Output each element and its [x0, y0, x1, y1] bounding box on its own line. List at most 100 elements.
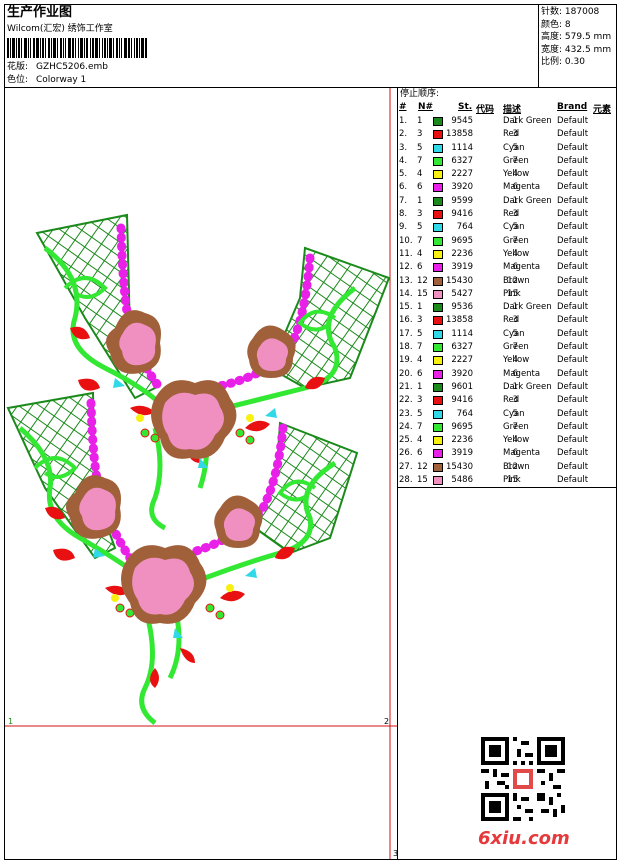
color-stop-desc: Dark Green — [503, 195, 552, 206]
color-stop-n: 3 — [417, 395, 423, 406]
color-stop-brand: Default — [557, 448, 589, 459]
color-swatch — [433, 276, 443, 286]
color-stop-n: 7 — [417, 155, 423, 166]
color-stop-idx: 15. — [399, 302, 413, 313]
color-stop-st: 13858 — [445, 315, 473, 326]
color-stop-desc: Cyan — [503, 222, 525, 233]
color-stop-st: 2236 — [451, 248, 473, 259]
color-swatch — [433, 196, 443, 206]
color-stop-row: 4. 7 6327 7 Green Default — [397, 155, 619, 168]
color-stop-row: 9. 5 764 5 Cyan Default — [397, 221, 619, 234]
color-stop-row: 10. 7 9695 7 Green Default — [397, 235, 619, 248]
color-stop-desc: Magenta — [503, 448, 541, 459]
color-stop-n: 5 — [417, 408, 423, 419]
barcode — [7, 38, 147, 58]
color-stop-idx: 25. — [399, 435, 413, 446]
color-stop-idx: 11. — [399, 248, 413, 259]
color-stop-idx: 23. — [399, 408, 413, 419]
color-stop-brand: Default — [557, 235, 589, 246]
color-stop-st: 1114 — [451, 142, 473, 153]
color-stop-desc: Brown — [503, 275, 530, 286]
color-stop-brand: Default — [557, 288, 589, 299]
color-swatch — [433, 170, 443, 180]
color-stop-desc: Green — [503, 421, 529, 432]
color-stop-row: 2. 3 13858 3 Red Default — [397, 128, 619, 141]
color-swatch — [433, 130, 443, 140]
color-swatch — [433, 156, 443, 166]
color-stop-st: 5486 — [451, 475, 473, 486]
color-stop-desc: Yellow — [503, 169, 530, 180]
color-stop-n: 3 — [417, 129, 423, 140]
color-stop-idx: 12. — [399, 262, 413, 273]
color-stop-desc: Yellow — [503, 248, 530, 259]
marker-2: 2 — [384, 717, 389, 726]
color-stop-st: 6327 — [451, 155, 473, 166]
color-stop-idx: 2. — [399, 129, 408, 140]
color-stop-brand: Default — [557, 315, 589, 326]
color-swatch — [433, 369, 443, 379]
color-stop-st: 3919 — [451, 262, 473, 273]
color-swatch — [433, 303, 443, 313]
color-swatch — [433, 236, 443, 246]
col-header-description: 描述 — [503, 105, 522, 115]
color-stop-brand: Default — [557, 475, 589, 486]
col-header-needle: N# — [418, 102, 434, 112]
color-stop-idx: 9. — [399, 222, 408, 233]
color-stop-n: 6 — [417, 262, 423, 273]
color-stop-idx: 20. — [399, 368, 413, 379]
color-stop-st: 3919 — [451, 448, 473, 459]
color-stop-n: 6 — [417, 368, 423, 379]
color-stop-idx: 3. — [399, 142, 408, 153]
design-file-value: GZHC5206.emb — [36, 62, 108, 72]
color-swatch — [433, 409, 443, 419]
company-name: Wilcom(汇宏) 绣饰工作室 — [7, 24, 113, 34]
color-stop-n: 1 — [417, 195, 423, 206]
color-stop-n: 1 — [417, 116, 423, 126]
color-stop-row: 15. 1 9536 1 Dark Green Default — [397, 301, 619, 314]
color-stop-n: 1 — [417, 302, 423, 313]
col-header-stitches: St. — [458, 102, 473, 112]
color-stop-idx: 5. — [399, 169, 408, 180]
color-stop-brand: Default — [557, 195, 589, 206]
color-stop-desc: Dark Green — [503, 381, 552, 392]
color-swatch — [433, 356, 443, 366]
color-stop-n: 15 — [417, 288, 428, 299]
color-stop-brand: Default — [557, 342, 589, 353]
color-stop-st: 9695 — [451, 421, 473, 432]
color-stop-desc: Yellow — [503, 435, 530, 446]
color-stop-desc: Pink — [503, 288, 521, 299]
color-stop-brand: Default — [557, 408, 589, 419]
color-stop-brand: Default — [557, 262, 589, 273]
color-stop-row: 1. 1 9545 1 Dark Green Default — [397, 115, 619, 128]
site-watermark-logo: 6xiu.com — [478, 828, 570, 849]
color-stop-n: 3 — [417, 315, 423, 326]
color-stop-row: 24. 7 9695 7 Green Default — [397, 421, 619, 434]
color-stop-n: 1 — [417, 381, 423, 392]
color-stop-desc: Brown — [503, 461, 530, 472]
color-stop-n: 12 — [417, 275, 428, 286]
color-stop-st: 9536 — [451, 302, 473, 313]
stats-list: 针数: 187008 颜色: 8 高度: 579.5 mm 宽度: 432.5 … — [541, 6, 611, 69]
colorway-label: 色位: — [7, 75, 29, 85]
design-file-label: 花版: — [7, 62, 29, 72]
color-stop-row: 12. 6 3919 6 Magenta Default — [397, 261, 619, 274]
color-stop-row: 25. 4 2236 4 Yellow Default — [397, 434, 619, 447]
embroidery-design: 1 2 3 — [5, 88, 397, 859]
color-stop-row: 21. 1 9601 1 Dark Green Default — [397, 381, 619, 394]
color-swatch — [433, 436, 443, 446]
color-stop-idx: 28. — [399, 475, 413, 486]
color-stop-desc: Cyan — [503, 142, 525, 153]
color-stop-idx: 24. — [399, 421, 413, 432]
col-header-element: 元素 — [593, 105, 612, 115]
color-stop-brand: Default — [557, 169, 589, 180]
color-stop-n: 3 — [417, 209, 423, 220]
color-stop-row: 3. 5 1114 5 Cyan Default — [397, 142, 619, 155]
color-stop-idx: 16. — [399, 315, 413, 326]
color-stop-desc: Red — [503, 209, 520, 220]
color-stop-n: 12 — [417, 461, 428, 472]
color-stop-n: 15 — [417, 475, 428, 486]
color-stop-brand: Default — [557, 248, 589, 259]
color-stop-desc: Green — [503, 235, 529, 246]
color-swatch — [433, 183, 443, 193]
color-stop-st: 1114 — [451, 328, 473, 339]
